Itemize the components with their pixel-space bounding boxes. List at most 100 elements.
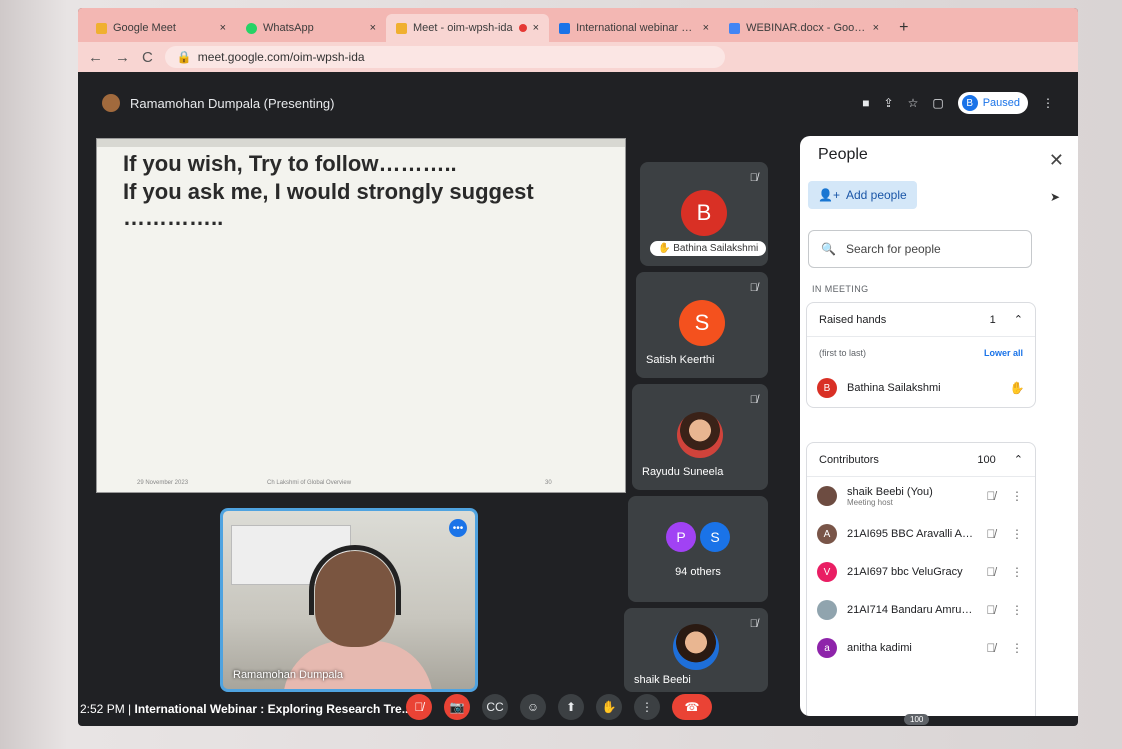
raised-hands-header[interactable]: Raised hands 1 ⌃ (807, 303, 1035, 337)
raised-hands-subheader: (first to last) Lower all (807, 337, 1035, 369)
participant-avatar (817, 486, 837, 506)
list-item[interactable]: 21AI714 Bandaru Amrut... 🎙̸ ⋮ (807, 591, 1035, 629)
participant-name-chip: ✋ Bathina Sailakshmi (650, 241, 767, 256)
participant-avatar: S (700, 522, 730, 552)
browser-toolbar-icons: ■ ⇪ ☆ ▢ B Paused ⋮ (862, 92, 1054, 114)
lock-icon: 🔒 (176, 50, 192, 64)
list-item[interactable]: A 21AI695 BBC Aravalli An... 🎙̸ ⋮ (807, 515, 1035, 553)
participant-name-block: shaik Beebi (You) Meeting host (847, 486, 973, 507)
participant-avatar: V (817, 562, 837, 582)
new-tab-button[interactable]: + (889, 14, 918, 42)
forward-icon[interactable]: → (115, 49, 130, 66)
slide-toolbar (97, 139, 625, 147)
raised-hand-icon[interactable]: ✋ (1009, 381, 1025, 395)
tab-title: International webinar on 29th (576, 22, 697, 34)
star-icon[interactable]: ☆ (908, 96, 919, 110)
participant-avatar: S (679, 300, 725, 346)
tab-international-webinar[interactable]: International webinar on 29th × (549, 14, 719, 42)
mic-toggle-button[interactable]: 🎙̸ (406, 694, 432, 720)
slide-footer-page: 30 (545, 480, 552, 486)
more-vert-icon[interactable]: ⋮ (1009, 641, 1025, 655)
participant-name: 21AI714 Bandaru Amrut... (847, 604, 973, 616)
list-item[interactable]: shaik Beebi (You) Meeting host 🎙̸ ⋮ (807, 477, 1035, 515)
tab-title: WhatsApp (263, 22, 314, 34)
back-icon[interactable]: ← (88, 49, 103, 66)
call-controls: 🎙̸ 📷 CC ☺ ⬆ ✋ ⋮ ☎ (406, 694, 712, 720)
mic-off-icon: 🎙̸ (986, 641, 996, 655)
site-icon (559, 22, 571, 34)
profile-avatar: B (961, 95, 978, 111)
participant-tile[interactable]: 🎙̸ shaik Beebi (624, 608, 768, 692)
people-title: People (818, 146, 868, 163)
in-meeting-label: IN MEETING (812, 284, 869, 294)
contributors-label: Contributors (819, 453, 879, 466)
more-vert-icon[interactable]: ⋮ (1009, 603, 1025, 617)
more-vert-icon[interactable]: ⋮ (1009, 527, 1025, 541)
share-icon[interactable]: ⇪ (884, 96, 894, 110)
others-tile[interactable]: P S 94 others (628, 496, 768, 602)
add-people-button[interactable]: 👤+ Add people (808, 181, 917, 209)
more-vert-icon[interactable]: ⋮ (1009, 489, 1025, 503)
close-icon[interactable]: × (873, 22, 879, 34)
presenting-label: Ramamohan Dumpala (Presenting) (130, 95, 335, 111)
chevron-up-icon[interactable]: ⌃ (1014, 313, 1023, 326)
close-icon[interactable]: ✕ (1049, 150, 1064, 171)
present-button[interactable]: ⬆ (558, 694, 584, 720)
leave-call-button[interactable]: ☎ (672, 694, 712, 720)
participant-name: shaik Beebi (634, 674, 691, 686)
tab-whatsapp[interactable]: WhatsApp × (236, 14, 386, 42)
participant-tile[interactable]: 🎙̸ Rayudu Suneela (632, 384, 768, 490)
raise-hand-button[interactable]: ✋ (596, 694, 622, 720)
url-field[interactable]: 🔒 meet.google.com/oim-wpsh-ida (164, 46, 725, 68)
list-item[interactable]: B Bathina Sailakshmi ✋ (807, 369, 1035, 407)
more-options-icon[interactable]: ••• (449, 519, 467, 537)
participant-tile[interactable]: S 🎙̸ Satish Keerthi (636, 272, 768, 378)
captions-button[interactable]: CC (482, 694, 508, 720)
participant-avatar: B (817, 378, 837, 398)
lower-all-button[interactable]: Lower all (984, 348, 1023, 358)
emoji-button[interactable]: ☺ (520, 694, 546, 720)
close-icon[interactable]: × (370, 22, 376, 34)
participants-count-badge[interactable]: 100 (904, 714, 930, 725)
search-input[interactable]: 🔍 Search for people (808, 230, 1032, 268)
contributors-header[interactable]: Contributors 100 ⌃ (807, 443, 1035, 477)
list-item[interactable]: a anitha kadimi 🎙̸ ⋮ (807, 629, 1035, 667)
sidepanel-icon[interactable]: ▢ (932, 96, 943, 110)
presenter-body (283, 641, 433, 689)
mic-off-icon: 🎙̸ (986, 565, 996, 579)
presenter-camera-tile[interactable]: ••• Ramamohan Dumpala (220, 508, 478, 692)
close-icon[interactable]: × (533, 22, 539, 34)
slide-footer-date: 29 November 2023 (137, 480, 189, 486)
tab-google-docs[interactable]: WEBINAR.docx - Google Docs × (719, 14, 889, 42)
participant-tile[interactable]: B 🎙̸ ✋ Bathina Sailakshmi (640, 162, 768, 266)
reload-icon[interactable]: C (142, 49, 153, 66)
list-item[interactable]: V 21AI697 bbc VeluGracy 🎙̸ ⋮ (807, 553, 1035, 591)
meet-icon (96, 22, 107, 34)
menu-icon[interactable]: ⋮ (1042, 96, 1054, 110)
participant-photo (673, 624, 719, 670)
chevron-up-icon[interactable]: ⌃ (1014, 453, 1023, 466)
separator: | (128, 702, 132, 716)
tab-meet-active[interactable]: Meet - oim-wpsh-ida × (386, 14, 550, 42)
presented-slide: If you wish, Try to follow……….. If you a… (96, 138, 626, 493)
more-vert-icon[interactable]: ⋮ (1009, 565, 1025, 579)
participant-avatar: a (817, 638, 837, 658)
docs-icon (729, 22, 741, 34)
mic-off-icon: 🎙̸ (986, 489, 996, 503)
camera-toggle-button[interactable]: 📷 (444, 694, 470, 720)
close-icon[interactable]: × (703, 22, 709, 34)
close-icon[interactable]: × (220, 22, 226, 34)
participant-photo (677, 412, 723, 458)
slide-line-1: If you wish, Try to follow……….. (123, 151, 457, 176)
others-avatars: P S (666, 522, 730, 552)
camera-icon[interactable]: ■ (862, 96, 869, 110)
more-options-button[interactable]: ⋮ (634, 694, 660, 720)
monitor-frame: Google Meet × WhatsApp × Meet - oim-wpsh… (0, 0, 1122, 749)
mic-off-icon: 🎙̸ (749, 282, 758, 294)
participant-name: 21AI695 BBC Aravalli An... (847, 528, 973, 540)
profile-paused-button[interactable]: B Paused (957, 92, 1028, 114)
tab-google-meet[interactable]: Google Meet × (86, 14, 236, 42)
participant-name: Rayudu Suneela (642, 466, 724, 478)
tab-title: Google Meet (113, 22, 176, 34)
meet-icon (396, 22, 407, 34)
